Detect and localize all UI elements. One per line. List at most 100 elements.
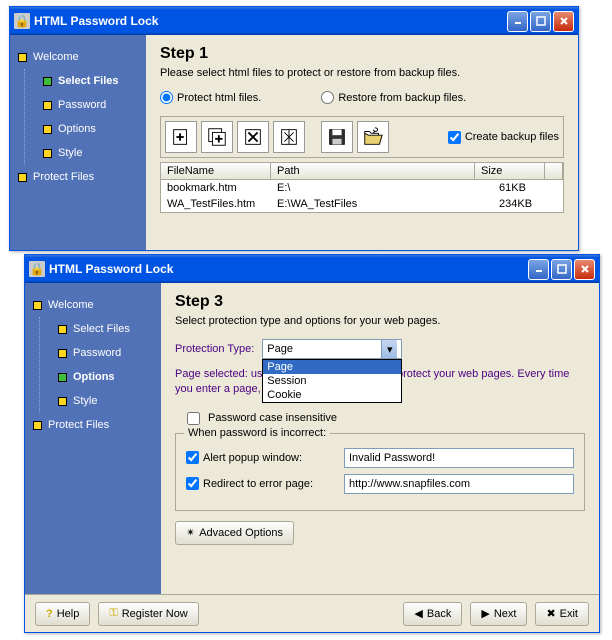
bullet-icon [58,325,67,334]
step-desc: Please select html files to protect or r… [160,67,564,79]
register-button[interactable]: ⚿Register Now [98,602,198,626]
add-folder-button[interactable] [201,121,233,153]
next-button[interactable]: ▶Next [470,602,527,626]
column-spacer [545,163,563,179]
back-button[interactable]: ◀Back [403,602,462,626]
help-button[interactable]: ?Help [35,602,90,626]
button-label: Back [427,608,451,620]
checkbox-label: Alert popup window: [203,452,302,464]
dropdown-option-session[interactable]: Session [263,374,401,388]
create-backup-input[interactable] [448,131,461,144]
titlebar[interactable]: 🔒 HTML Password Lock [25,255,599,283]
sidebar-item-protect-files[interactable]: Protect Files [31,413,155,437]
sidebar-label: Options [73,371,115,383]
bottom-bar: ?Help ⚿Register Now ◀Back ▶Next ✖Exit [25,594,599,632]
button-label: Help [57,608,80,620]
cell-size: 61KB [493,181,563,195]
chevron-down-icon: ▾ [381,340,397,358]
titlebar[interactable]: 🔒 HTML Password Lock [10,7,578,35]
sidebar-item-select-files[interactable]: Select Files [25,69,140,93]
protection-type-dropdown: Page Session Cookie [262,359,402,403]
sidebar-item-style[interactable]: Style [40,389,155,413]
window-title: HTML Password Lock [49,262,528,276]
sidebar-item-password[interactable]: Password [40,341,155,365]
incorrect-password-fieldset: When password is incorrect: Alert popup … [175,433,585,511]
sidebar-item-protect-files[interactable]: Protect Files [16,165,140,189]
alert-popup-input[interactable] [186,451,199,464]
redirect-url-input[interactable] [344,474,574,494]
minimize-button[interactable] [507,11,528,32]
bullet-icon [18,53,27,62]
button-label: Register Now [122,608,188,620]
redirect-input[interactable] [186,477,199,490]
sidebar-label: Style [58,147,82,159]
clear-button[interactable] [273,121,305,153]
minimize-button[interactable] [528,259,549,280]
exit-button[interactable]: ✖Exit [535,602,589,626]
maximize-button[interactable] [551,259,572,280]
case-insensitive-checkbox[interactable]: Password case insensitive [187,412,585,425]
select-value: Page [267,343,293,355]
alert-popup-checkbox[interactable]: Alert popup window: [186,451,336,464]
table-row[interactable]: bookmark.htm E:\ 61KB [161,180,563,196]
cell-path: E:\WA_TestFiles [271,197,493,211]
sidebar-item-style[interactable]: Style [25,141,140,165]
sidebar-label: Options [58,123,96,135]
protection-type-select[interactable]: Page ▾ [262,339,402,359]
alert-message-input[interactable] [344,448,574,468]
bullet-icon [58,349,67,358]
bullet-icon [43,101,52,110]
case-insensitive-input[interactable] [187,412,200,425]
table-row[interactable]: WA_TestFiles.htm E:\WA_TestFiles 234KB [161,196,563,212]
sidebar-item-options[interactable]: Options [25,117,140,141]
redirect-checkbox[interactable]: Redirect to error page: [186,477,336,490]
file-table: FileName Path Size bookmark.htm E:\ 61KB… [160,162,564,213]
sidebar-label: Protect Files [48,419,109,431]
window-step3: 🔒 HTML Password Lock Welcome Select File… [24,254,600,633]
protection-type-label: Protection Type: [175,343,254,355]
dropdown-option-page[interactable]: Page [263,360,401,374]
step-desc: Select protection type and options for y… [175,315,585,327]
sidebar: Welcome Select Files Password Options St… [10,35,146,250]
advanced-options-button[interactable]: ✴ Advaced Options [175,521,294,545]
bullet-icon [58,397,67,406]
checkbox-label: Password case insensitive [208,412,337,424]
maximize-button[interactable] [530,11,551,32]
sidebar-label: Style [73,395,97,407]
sidebar-item-password[interactable]: Password [25,93,140,117]
sidebar-label: Select Files [73,323,130,335]
close-button[interactable] [574,259,595,280]
close-button[interactable] [553,11,574,32]
button-label: Advaced Options [199,527,283,539]
step-title: Step 1 [160,45,564,63]
column-filename[interactable]: FileName [161,163,271,179]
column-path[interactable]: Path [271,163,475,179]
radio-restore-input[interactable] [321,91,334,104]
bullet-icon [33,421,42,430]
window-step1: 🔒 HTML Password Lock Welcome Select File… [9,6,579,251]
main-panel: Step 3 Select protection type and option… [161,283,599,594]
cell-filename: WA_TestFiles.htm [161,197,271,211]
radio-restore[interactable]: Restore from backup files. [321,91,466,104]
cell-size: 234KB [493,197,563,211]
open-button[interactable] [357,121,389,153]
remove-button[interactable] [237,121,269,153]
sidebar-item-welcome[interactable]: Welcome [16,45,140,69]
sidebar-label: Welcome [48,299,94,311]
add-file-button[interactable] [165,121,197,153]
lock-icon: 🔒 [29,261,45,277]
dropdown-option-cookie[interactable]: Cookie [263,388,401,402]
checkbox-label: Redirect to error page: [203,478,313,490]
sidebar-item-welcome[interactable]: Welcome [31,293,155,317]
radio-protect[interactable]: Protect html files. [160,91,261,104]
button-label: Exit [560,608,578,620]
radio-protect-input[interactable] [160,91,173,104]
sidebar-item-options[interactable]: Options [40,365,155,389]
save-button[interactable] [321,121,353,153]
create-backup-checkbox[interactable]: Create backup files [448,131,559,144]
sidebar-item-select-files[interactable]: Select Files [40,317,155,341]
lock-icon: 🔒 [14,13,30,29]
radio-label: Restore from backup files. [338,92,466,104]
column-size[interactable]: Size [475,163,545,179]
sparkle-icon: ✴ [186,526,195,539]
